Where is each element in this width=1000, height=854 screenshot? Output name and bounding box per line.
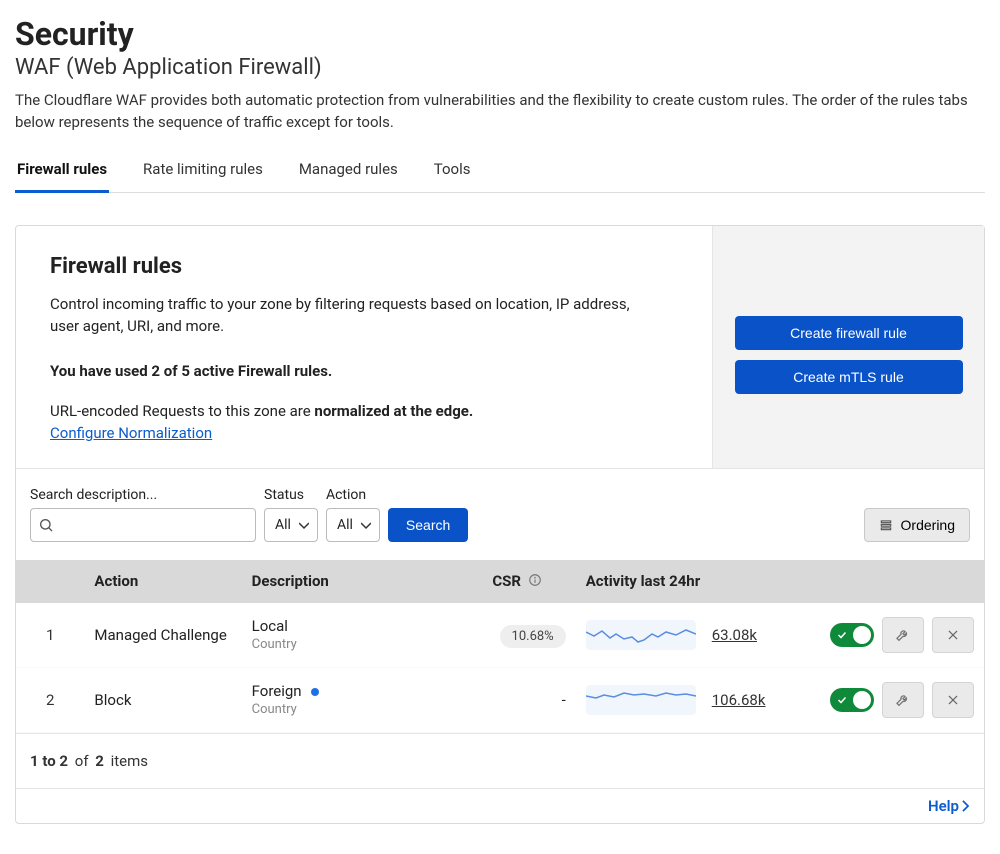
enable-toggle[interactable] xyxy=(830,623,874,647)
search-icon xyxy=(38,517,54,533)
th-activity: Activity last 24hr xyxy=(576,560,814,603)
status-group: Status All xyxy=(264,487,318,542)
create-firewall-rule-button[interactable]: Create firewall rule xyxy=(735,316,963,350)
info-icon[interactable] xyxy=(528,573,542,591)
desc-subtitle: Country xyxy=(252,637,428,652)
search-group: Search description... xyxy=(30,487,256,542)
th-action: Action xyxy=(84,560,241,603)
status-select[interactable]: All xyxy=(264,508,318,542)
page-description: The Cloudflare WAF provides both automat… xyxy=(15,90,985,134)
help-link[interactable]: Help xyxy=(928,797,970,815)
status-label: Status xyxy=(264,487,318,503)
action-select[interactable]: All xyxy=(326,508,380,542)
tab-tools[interactable]: Tools xyxy=(432,152,473,193)
tab-rate-limiting[interactable]: Rate limiting rules xyxy=(141,152,265,193)
row-csr: - xyxy=(438,667,576,732)
tab-managed-rules[interactable]: Managed rules xyxy=(297,152,400,193)
firewall-card: Firewall rules Control incoming traffic … xyxy=(15,225,985,824)
delete-rule-button[interactable] xyxy=(932,617,974,653)
search-button[interactable]: Search xyxy=(388,508,468,542)
unsaved-dot-icon xyxy=(311,688,319,696)
panel-heading: Firewall rules xyxy=(50,254,678,279)
table-row: 2 Block Foreign Country - xyxy=(16,667,984,732)
create-mtls-rule-button[interactable]: Create mTLS rule xyxy=(735,360,963,394)
caret-down-icon xyxy=(299,522,309,530)
ordering-icon xyxy=(879,518,893,532)
card-header-right: Create firewall rule Create mTLS rule xyxy=(712,226,984,468)
page-title: Security xyxy=(15,15,985,53)
action-group: Action All xyxy=(326,487,380,542)
normalize-strong: normalized at the edge. xyxy=(314,402,473,420)
help-bar: Help xyxy=(16,788,984,823)
sparkline xyxy=(586,620,696,650)
sparkline xyxy=(586,685,696,715)
row-description: Foreign Country xyxy=(242,667,438,732)
check-icon xyxy=(836,694,848,706)
rules-table: Action Description CSR Activity last 24h… xyxy=(16,560,984,733)
wrench-icon xyxy=(895,692,911,708)
activity-count[interactable]: 63.08k xyxy=(712,626,757,644)
close-icon xyxy=(946,628,960,642)
delete-rule-button[interactable] xyxy=(932,682,974,718)
close-icon xyxy=(946,693,960,707)
tabs-bar: Firewall rules Rate limiting rules Manag… xyxy=(15,152,985,193)
normalize-prefix: URL-encoded Requests to this zone are xyxy=(50,402,314,420)
card-header: Firewall rules Control incoming traffic … xyxy=(16,226,984,469)
row-index: 1 xyxy=(16,603,84,668)
edit-rule-button[interactable] xyxy=(882,682,924,718)
tab-firewall-rules[interactable]: Firewall rules xyxy=(15,152,109,193)
desc-title: Local xyxy=(252,617,288,635)
row-action: Managed Challenge xyxy=(84,603,241,668)
normalize-line: URL-encoded Requests to this zone are no… xyxy=(50,402,678,420)
row-index: 2 xyxy=(16,667,84,732)
card-header-left: Firewall rules Control incoming traffic … xyxy=(16,226,712,468)
status-value: All xyxy=(275,517,291,533)
configure-normalization-link[interactable]: Configure Normalization xyxy=(50,424,212,442)
panel-intro: Control incoming traffic to your zone by… xyxy=(50,293,650,338)
panel-usage: You have used 2 of 5 active Firewall rul… xyxy=(50,362,678,380)
edit-rule-button[interactable] xyxy=(882,617,924,653)
row-activity: 63.08k xyxy=(576,603,814,668)
desc-title: Foreign xyxy=(252,682,302,700)
ordering-label: Ordering xyxy=(901,517,955,533)
table-pagination: 1 to 2 of 2 items xyxy=(16,733,984,788)
search-input[interactable] xyxy=(30,508,256,542)
row-description: Local Country xyxy=(242,603,438,668)
action-value: All xyxy=(337,517,353,533)
row-csr: 10.68% xyxy=(438,603,576,668)
table-row: 1 Managed Challenge Local Country 10.68% xyxy=(16,603,984,668)
enable-toggle[interactable] xyxy=(830,688,874,712)
th-csr: CSR xyxy=(438,560,576,603)
caret-down-icon xyxy=(361,522,371,530)
th-description: Description xyxy=(242,560,438,603)
ordering-button[interactable]: Ordering xyxy=(864,508,970,542)
csr-value: 10.68% xyxy=(500,625,566,648)
wrench-icon xyxy=(895,627,911,643)
search-label: Search description... xyxy=(30,487,256,503)
action-label: Action xyxy=(326,487,380,503)
row-activity: 106.68k xyxy=(576,667,814,732)
caret-right-icon xyxy=(961,800,970,812)
csr-value: - xyxy=(562,691,566,709)
desc-subtitle: Country xyxy=(252,702,428,717)
check-icon xyxy=(836,629,848,641)
page-subtitle: WAF (Web Application Firewall) xyxy=(15,55,985,80)
filter-bar: Search description... Status All Action … xyxy=(16,469,984,560)
activity-count[interactable]: 106.68k xyxy=(712,691,766,709)
row-action: Block xyxy=(84,667,241,732)
